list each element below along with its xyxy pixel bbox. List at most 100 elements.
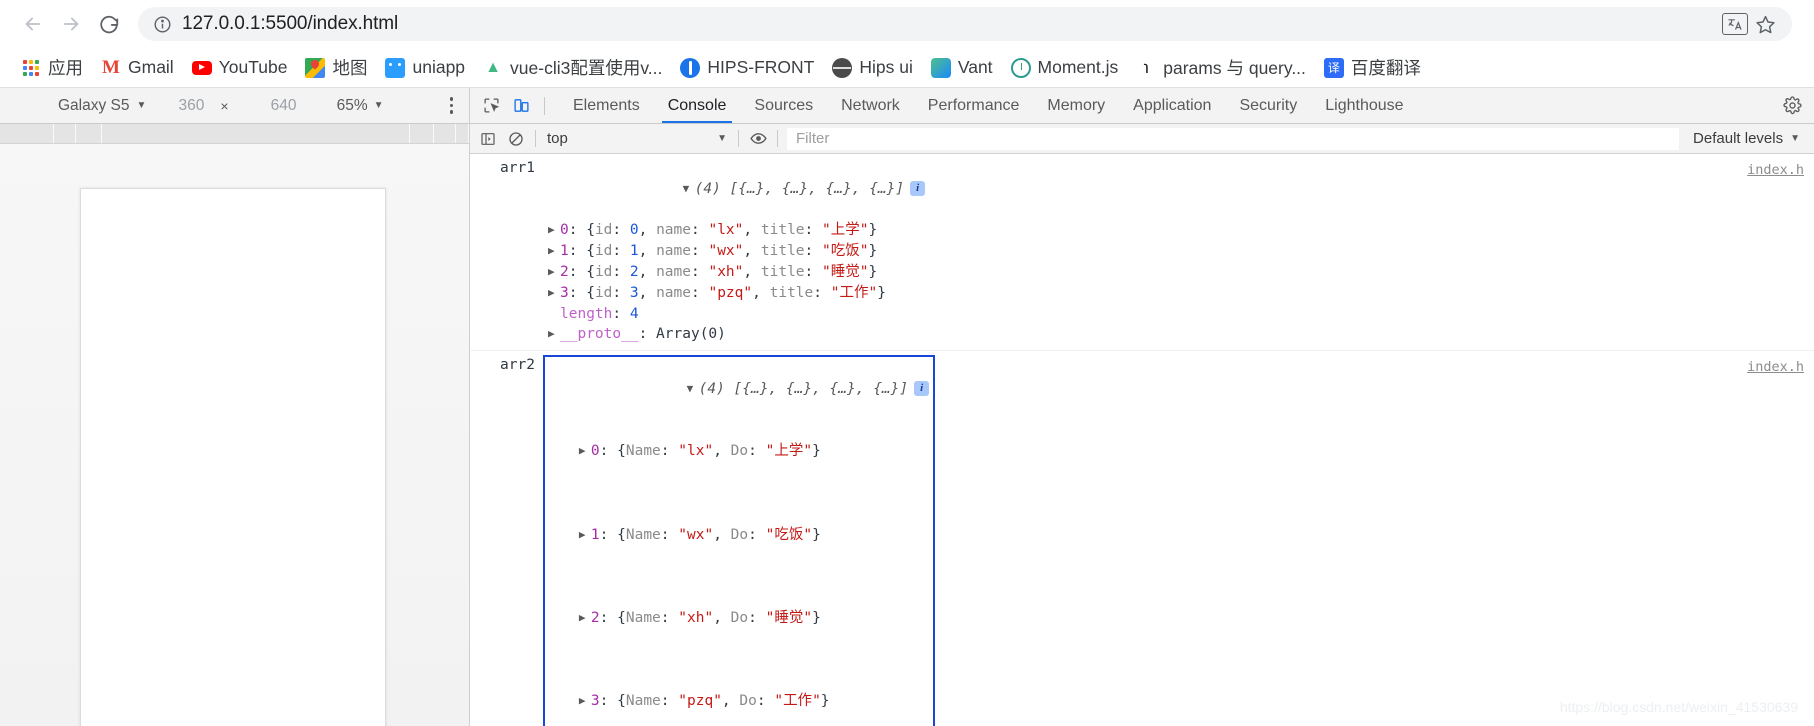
address-bar[interactable]: 127.0.0.1:5500/index.html <box>138 7 1792 41</box>
bookmark-vant[interactable]: Vant <box>922 53 1002 82</box>
site-info-icon[interactable] <box>152 14 172 34</box>
live-expression-icon[interactable] <box>744 126 772 152</box>
toolbar-divider <box>544 96 545 115</box>
baidu-translate-icon: 译 <box>1323 57 1344 78</box>
console-output[interactable]: arr1 (4) [{…}, {…}, {…}, {…}] i 0: {id: 0… <box>470 154 1814 726</box>
filter-input[interactable]: Filter <box>787 127 1680 150</box>
back-button[interactable] <box>14 5 52 43</box>
info-badge-icon[interactable]: i <box>910 181 926 197</box>
inspect-element-icon[interactable] <box>476 91 506 121</box>
console-log-entry[interactable]: arr1 (4) [{…}, {…}, {…}, {…}] i 0: {id: 0… <box>470 154 1814 352</box>
object-property-row[interactable]: 3: {Name: "pzq", Do: "工作"} <box>547 691 929 712</box>
vue-router-icon: ℩ <box>1143 58 1150 77</box>
bookmark-params-query[interactable]: ℩ params 与 query... <box>1127 51 1315 84</box>
tab-performance[interactable]: Performance <box>914 88 1034 123</box>
bookmark-gmail[interactable]: M Gmail <box>92 53 183 82</box>
object-property-row[interactable]: 1: {Name: "wx", Do: "吃饭"} <box>547 525 929 546</box>
bookmark-apps[interactable]: 应用 <box>12 51 92 84</box>
object-preview-highlight-box[interactable]: (4) [{…}, {…}, {…}, {…}] i 0: {Name: "lx"… <box>542 355 936 726</box>
log-gutter <box>470 355 484 726</box>
property-key: Name <box>625 692 661 709</box>
bookmark-label: YouTube <box>218 57 288 77</box>
show-console-sidebar-icon[interactable] <box>474 126 502 152</box>
array-index: 1 <box>590 526 600 543</box>
expand-triangle-icon[interactable] <box>579 441 591 462</box>
forward-button[interactable] <box>52 5 90 43</box>
expand-triangle-icon[interactable] <box>548 324 560 345</box>
bookmark-hips-front[interactable]: HIPS-FRONT <box>671 53 823 82</box>
device-width-input[interactable]: 360 <box>172 97 210 115</box>
toggle-device-toolbar-icon[interactable] <box>506 91 536 121</box>
bookmark-youtube[interactable]: YouTube <box>183 53 297 82</box>
zoom-selector[interactable]: 65% ▼ <box>337 97 384 115</box>
zoom-value: 65% <box>336 96 368 114</box>
object-property-row[interactable]: 2: {id: 2, name: "xh", title: "睡觉"} <box>500 262 1814 283</box>
expand-triangle-icon[interactable] <box>579 525 591 546</box>
object-property-row[interactable]: 3: {id: 3, name: "pzq", title: "工作"} <box>500 283 1814 304</box>
tab-console[interactable]: Console <box>654 88 741 123</box>
tab-lighthouse[interactable]: Lighthouse <box>1311 88 1417 123</box>
bookmark-star-icon[interactable] <box>1752 11 1778 37</box>
dimension-separator: × <box>220 97 229 114</box>
property-value: "lx" <box>678 443 714 460</box>
property-value: "睡觉" <box>765 609 813 626</box>
execution-context-selector[interactable]: top ▼ <box>541 127 733 151</box>
translate-icon[interactable] <box>1722 13 1748 35</box>
tab-sources[interactable]: Sources <box>740 88 827 123</box>
expand-triangle-icon[interactable] <box>548 241 560 262</box>
proto-value: Array(0) <box>656 326 726 343</box>
console-log-entry[interactable]: arr2 (4) [{…}, {…}, {…}, {…}] i 0: {Name:… <box>470 351 1814 726</box>
property-key: title <box>760 222 805 239</box>
expand-triangle-icon[interactable] <box>579 691 591 712</box>
log-source-link[interactable]: index.h <box>1747 357 1804 378</box>
google-maps-icon <box>305 57 326 78</box>
momentjs-clock-icon <box>1010 57 1031 78</box>
property-value: "睡觉" <box>822 263 869 280</box>
property-value: 2 <box>629 263 639 280</box>
tab-application[interactable]: Application <box>1119 88 1225 123</box>
expand-triangle-icon[interactable] <box>548 262 560 283</box>
log-levels-selector[interactable]: Default levels ▼ <box>1683 130 1810 147</box>
tab-memory[interactable]: Memory <box>1033 88 1119 123</box>
device-height-input[interactable]: 640 <box>265 97 303 115</box>
expand-triangle-icon[interactable] <box>548 220 560 241</box>
expand-triangle-icon[interactable] <box>683 179 695 200</box>
device-selector[interactable]: Galaxy S5 ▼ <box>58 97 146 115</box>
expand-triangle-icon[interactable] <box>687 379 699 400</box>
info-badge-icon[interactable]: i <box>914 381 930 397</box>
log-gutter <box>470 158 484 345</box>
object-property-row[interactable]: 1: {id: 1, name: "wx", title: "吃饭"} <box>500 241 1814 262</box>
object-property-row[interactable]: 0: {Name: "lx", Do: "上学"} <box>547 441 929 462</box>
globe-icon <box>832 57 853 78</box>
toolbar-divider <box>738 130 739 147</box>
property-value: 1 <box>629 243 639 260</box>
bookmark-vue-cli3[interactable]: ▲ vue-cli3配置使用v... <box>474 51 671 84</box>
gear-icon[interactable] <box>1778 92 1806 120</box>
tab-security[interactable]: Security <box>1225 88 1311 123</box>
devtools-panel: Elements Console Sources Network Perform… <box>470 88 1814 726</box>
kebab-menu-icon[interactable] <box>449 97 453 114</box>
tab-elements[interactable]: Elements <box>559 88 654 123</box>
property-key: Do <box>730 443 749 460</box>
bookmark-maps[interactable]: 地图 <box>296 51 376 84</box>
bookmark-hips-ui[interactable]: Hips ui <box>823 53 922 82</box>
reload-button[interactable] <box>90 5 128 43</box>
bookmark-baidu-translate[interactable]: 译 百度翻译 <box>1315 51 1430 84</box>
expand-triangle-icon[interactable] <box>579 608 591 629</box>
device-viewport[interactable] <box>0 144 469 726</box>
bookmark-momentjs[interactable]: Moment.js <box>1002 53 1128 82</box>
chevron-down-icon: ▼ <box>717 133 727 144</box>
object-property-row[interactable]: 0: {id: 0, name: "lx", title: "上学"} <box>500 220 1814 241</box>
expand-triangle-icon[interactable] <box>548 283 560 304</box>
clear-console-icon[interactable] <box>502 126 530 152</box>
property-key: Do <box>730 609 749 626</box>
tab-network[interactable]: Network <box>827 88 914 123</box>
property-key: title <box>769 284 814 301</box>
object-property-row[interactable]: 2: {Name: "xh", Do: "睡觉"} <box>547 608 929 629</box>
bookmark-uniapp[interactable]: uniapp <box>376 53 474 82</box>
emulated-page[interactable] <box>80 188 386 726</box>
proto-row[interactable]: __proto__: Array(0) <box>500 324 1814 345</box>
array-preview-text: (4) [{…}, {…}, {…}, {…}] <box>698 380 909 397</box>
log-source-link[interactable]: index.h <box>1747 160 1804 181</box>
object-preview[interactable]: (4) [{…}, {…}, {…}, {…}] i <box>543 158 926 220</box>
